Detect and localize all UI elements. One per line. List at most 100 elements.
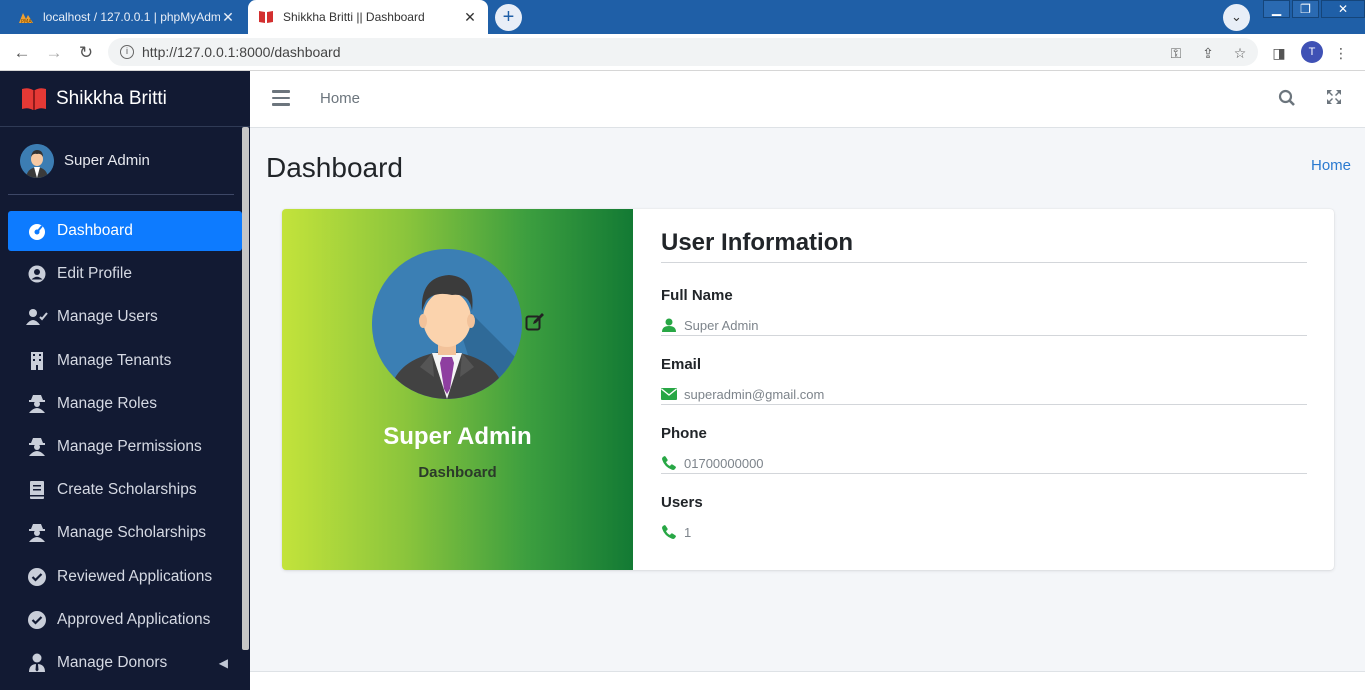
- sidebar-item-manage-users[interactable]: Manage Users: [8, 297, 242, 337]
- envelope-icon: [661, 386, 677, 402]
- info-field-email: Email superadmin@gmail.com: [661, 356, 1307, 425]
- tab-search-chevron-icon[interactable]: ⌄: [1223, 4, 1250, 31]
- sidebar-menu: Dashboard Edit Profile Manage Users Mana…: [8, 211, 242, 686]
- sidebar-item-manage-roles[interactable]: Manage Roles: [8, 384, 242, 424]
- search-icon[interactable]: [1278, 89, 1298, 109]
- profile-card: Super Admin Dashboard User Information F…: [282, 209, 1334, 570]
- divider: [661, 262, 1307, 263]
- field-value-row: Super Admin: [661, 317, 758, 333]
- book-favicon-icon: [258, 9, 274, 25]
- field-value: Super Admin: [684, 317, 759, 333]
- field-value-row: 01700000000: [661, 455, 764, 471]
- forward-arrow-icon[interactable]: →: [43, 42, 65, 64]
- sidebar-item-manage-scholarships[interactable]: Manage Scholarships: [8, 513, 242, 553]
- svg-text:PMA: PMA: [21, 19, 32, 24]
- user-information-title: User Information: [661, 229, 854, 256]
- sidebar-user-name: Super Admin: [64, 152, 150, 169]
- sidebar-item-label: Manage Scholarships: [57, 524, 207, 542]
- browser-tab-dashboard[interactable]: Shikkha Britti || Dashboard ✕: [248, 0, 488, 34]
- edit-profile-icon[interactable]: [525, 312, 545, 332]
- tab-title: Shikkha Britti || Dashboard: [283, 10, 425, 24]
- building-icon: [26, 350, 48, 372]
- check-circle-icon: [26, 609, 48, 631]
- topnav-home-link[interactable]: Home: [320, 90, 360, 107]
- sidebar-item-label: Manage Permissions: [57, 437, 202, 455]
- sidebar-item-edit-profile[interactable]: Edit Profile: [8, 254, 242, 294]
- sidebar-item-manage-tenants[interactable]: Manage Tenants: [8, 341, 242, 381]
- phpmyadmin-favicon-icon: PMA: [18, 9, 34, 25]
- window-close-icon[interactable]: ✕: [1321, 0, 1365, 18]
- divider: [661, 404, 1307, 405]
- sidebar-item-label: Manage Tenants: [57, 351, 172, 369]
- sidebar-scrollbar[interactable]: [242, 127, 249, 650]
- field-label: Email: [661, 356, 702, 373]
- sidebar-item-label: Manage Users: [57, 308, 158, 326]
- minimize-icon[interactable]: ▁: [1263, 0, 1290, 18]
- brand-link[interactable]: Shikkha Britti: [0, 71, 250, 127]
- phone-icon: [661, 455, 677, 471]
- breadcrumb-home-link[interactable]: Home: [1311, 157, 1351, 174]
- sidebar-item-label: Manage Donors: [57, 653, 168, 671]
- star-icon[interactable]: ☆: [1229, 42, 1251, 64]
- fullscreen-expand-icon[interactable]: [1326, 89, 1346, 109]
- kebab-menu-icon[interactable]: ⋮: [1330, 42, 1352, 64]
- reload-icon[interactable]: ↻: [75, 42, 97, 64]
- field-value: 1: [684, 524, 692, 540]
- share-icon[interactable]: ⇪: [1197, 42, 1219, 64]
- sidebar-item-manage-donors[interactable]: Manage Donors ◀: [8, 643, 242, 683]
- sidebar-item-label: Reviewed Applications: [57, 567, 213, 585]
- phone-icon: [661, 524, 677, 540]
- sidebar-item-dashboard[interactable]: Dashboard: [8, 211, 242, 251]
- field-value-row: 1: [661, 524, 691, 540]
- field-value: 01700000000: [684, 455, 764, 471]
- sidebar-item-label: Create Scholarships: [57, 481, 197, 499]
- new-tab-button[interactable]: +: [495, 4, 522, 31]
- field-value: superadmin@gmail.com: [684, 386, 825, 402]
- back-arrow-icon[interactable]: ←: [11, 42, 33, 64]
- url-text: http://127.0.0.1:8000/dashboard: [142, 44, 341, 60]
- sidebar: Shikkha Britti Super Admin Dashboard Edi…: [0, 71, 250, 690]
- sidebar-item-label: Approved Applications: [57, 610, 211, 628]
- side-panel-icon[interactable]: ◨: [1268, 42, 1290, 64]
- sidebar-item-label: Manage Roles: [57, 394, 157, 412]
- sidebar-item-manage-permissions[interactable]: Manage Permissions: [8, 427, 242, 467]
- profile-card-banner: Super Admin Dashboard: [282, 209, 633, 570]
- user-circle-icon: [26, 263, 48, 285]
- divider: [661, 473, 1307, 474]
- info-field-users: Users 1: [661, 494, 1307, 563]
- browser-tab-phpmyadmin[interactable]: PMA localhost / 127.0.0.1 | phpMyAdmin ✕: [8, 0, 246, 34]
- hamburger-menu-icon[interactable]: [272, 90, 290, 108]
- browser-profile-avatar[interactable]: T: [1301, 41, 1323, 63]
- profile-avatar: [372, 249, 522, 399]
- user-secret-icon: [26, 393, 48, 415]
- field-label: Users: [661, 494, 703, 511]
- sidebar-item-create-scholarships[interactable]: Create Scholarships: [8, 470, 242, 510]
- page-title: Dashboard: [266, 152, 403, 183]
- key-icon[interactable]: ⚿: [1165, 42, 1187, 64]
- user-icon: [661, 317, 677, 333]
- avatar: [20, 143, 54, 178]
- sidebar-item-reviewed-applications[interactable]: Reviewed Applications: [8, 557, 242, 597]
- sidebar-item-approved-applications[interactable]: Approved Applications: [8, 600, 242, 640]
- book-logo-icon: [20, 85, 48, 113]
- site-info-icon[interactable]: i: [120, 45, 134, 59]
- field-label: Phone: [661, 425, 707, 442]
- book-icon: [26, 479, 48, 501]
- field-label: Full Name: [661, 287, 733, 304]
- info-field-phone: Phone 01700000000: [661, 425, 1307, 494]
- sidebar-item-label: Edit Profile: [57, 265, 132, 283]
- close-icon[interactable]: ✕: [220, 9, 236, 26]
- user-secret-icon: [26, 522, 48, 544]
- sidebar-user-panel[interactable]: Super Admin: [8, 127, 234, 195]
- tab-title: localhost / 127.0.0.1 | phpMyAdmin: [43, 10, 220, 24]
- url-field[interactable]: i http://127.0.0.1:8000/dashboard: [108, 38, 1258, 66]
- chevron-left-icon[interactable]: ◀: [219, 656, 228, 670]
- brand-text: Shikkha Britti: [56, 87, 167, 109]
- address-bar-row: ← → ↻ i http://127.0.0.1:8000/dashboard …: [0, 34, 1365, 71]
- close-icon[interactable]: ✕: [462, 9, 478, 26]
- user-tie-icon: [26, 652, 48, 674]
- restore-icon[interactable]: ❐: [1292, 0, 1319, 18]
- user-check-icon: [26, 306, 48, 328]
- user-secret-icon: [26, 436, 48, 458]
- field-value-row: superadmin@gmail.com: [661, 386, 824, 402]
